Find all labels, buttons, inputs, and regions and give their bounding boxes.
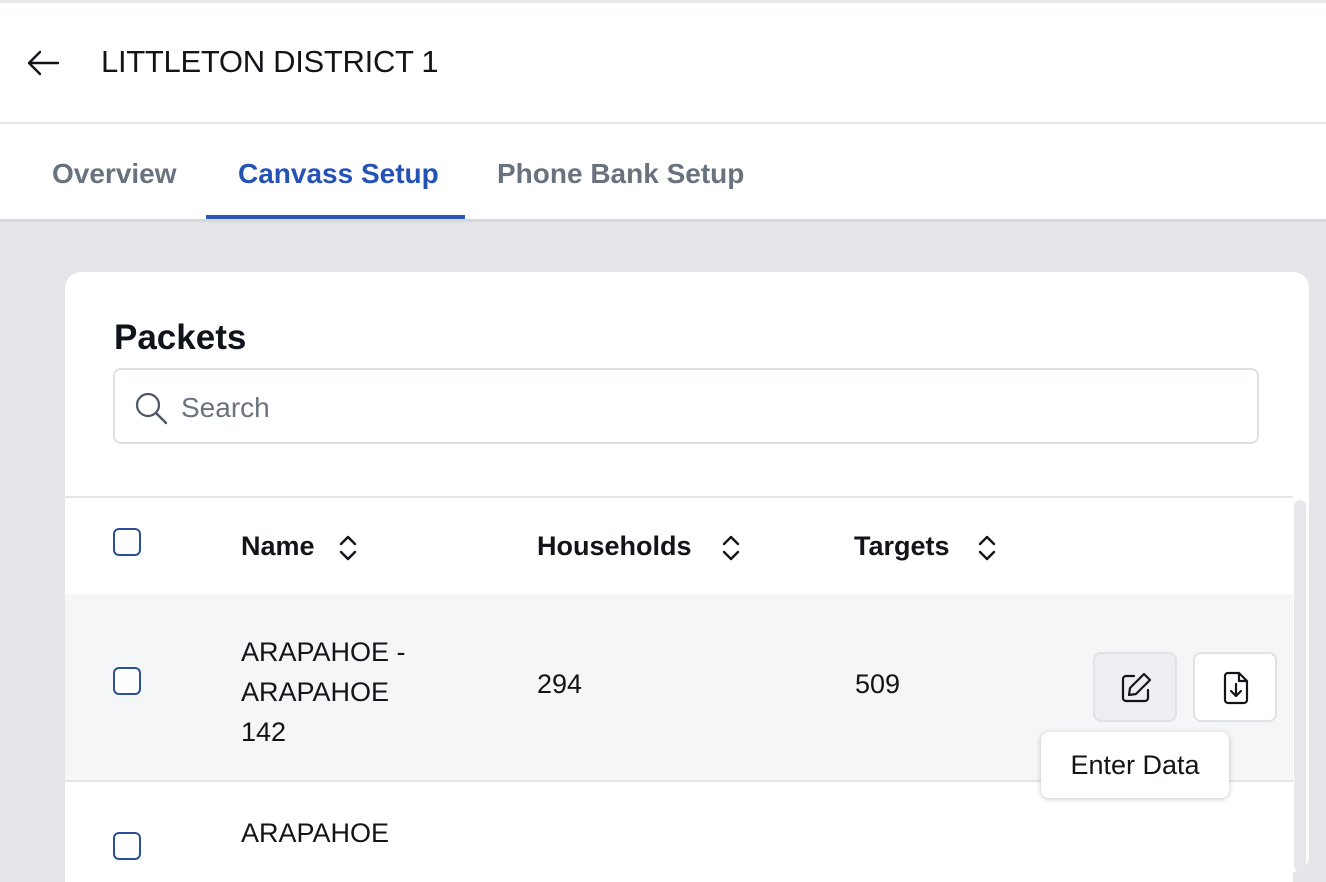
edit-icon <box>1121 672 1152 703</box>
column-header-households-label: Households <box>537 531 692 561</box>
column-header-households[interactable]: Households <box>537 531 741 563</box>
table-header: Name Households Targets <box>65 496 1293 596</box>
packet-name: ARAPAHOE - ARAPAHOE 142 <box>241 632 441 752</box>
tab-bar: Overview Canvass Setup Phone Bank Setup <box>0 124 1326 222</box>
back-button[interactable] <box>24 43 64 83</box>
column-header-targets-label: Targets <box>854 531 950 561</box>
row-checkbox[interactable] <box>113 667 141 695</box>
enter-data-button[interactable] <box>1093 652 1177 722</box>
tab-canvass-setup[interactable]: Canvass Setup <box>238 124 439 219</box>
column-header-name-label: Name <box>241 531 315 561</box>
packet-name-line: ARAPAHOE - <box>241 637 406 667</box>
sort-icon <box>978 535 996 561</box>
page-header: LITTLETON DISTRICT 1 <box>0 3 1326 124</box>
tab-phone-bank-setup[interactable]: Phone Bank Setup <box>497 124 744 219</box>
column-header-name[interactable]: Name <box>241 531 358 563</box>
packet-name: ARAPAHOE <box>241 818 390 848</box>
arrow-left-icon <box>27 50 60 76</box>
file-download-icon <box>1223 671 1249 705</box>
packets-title: Packets <box>114 318 247 357</box>
packet-name-line: 142 <box>241 717 287 747</box>
row-checkbox[interactable] <box>113 832 141 860</box>
enter-data-tooltip: Enter Data <box>1041 732 1229 798</box>
select-all-checkbox[interactable] <box>113 528 141 556</box>
households-value: 294 <box>537 669 583 699</box>
tab-overview[interactable]: Overview <box>52 124 177 219</box>
targets-value: 509 <box>855 669 901 699</box>
table-scrollbar[interactable] <box>1294 500 1306 872</box>
active-tab-indicator <box>206 215 465 219</box>
search-box[interactable] <box>113 368 1259 444</box>
search-icon <box>135 392 168 425</box>
sort-icon <box>339 535 357 561</box>
page-title: LITTLETON DISTRICT 1 <box>101 44 439 79</box>
sort-icon <box>722 535 740 561</box>
packets-card: Packets Name Households Targets <box>65 272 1309 882</box>
download-packet-button[interactable] <box>1193 652 1277 722</box>
column-header-targets[interactable]: Targets <box>854 531 997 563</box>
search-input[interactable] <box>179 388 1243 428</box>
packet-name-line: ARAPAHOE <box>241 677 390 707</box>
